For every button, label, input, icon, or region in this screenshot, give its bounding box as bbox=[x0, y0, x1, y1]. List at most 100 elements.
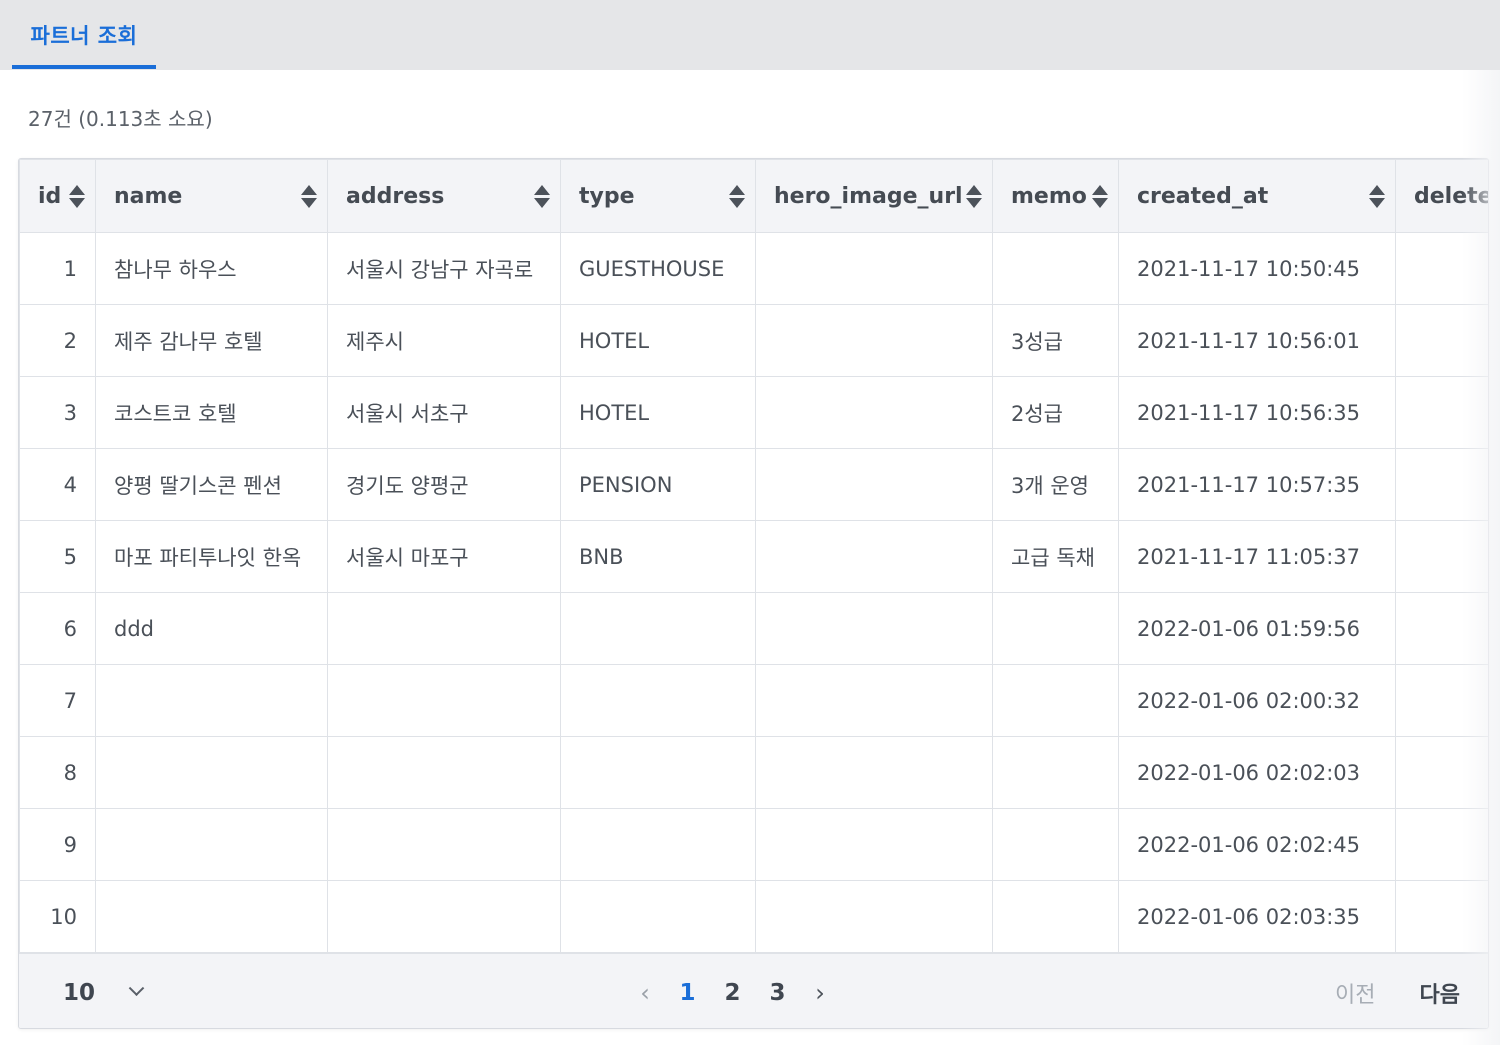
cell-created-at: 2022-01-06 01:59:56 bbox=[1118, 592, 1396, 665]
cell-id: 9 bbox=[19, 808, 96, 881]
column-header-label: id bbox=[38, 183, 62, 209]
column-header-hero-image-url[interactable]: hero_image_url bbox=[755, 159, 993, 233]
cell-address bbox=[327, 592, 561, 665]
table-row[interactable]: 3 코스트코 호텔 서울시 서초구 HOTEL 2성급 2021-11-17 10:56:… bbox=[19, 376, 1488, 449]
table-row[interactable]: 6 ddd 2022-01-06 01:59:56 bbox=[19, 592, 1488, 665]
cell-type: HOTEL bbox=[560, 376, 756, 449]
cell-created-at: 2022-01-06 02:02:03 bbox=[1118, 736, 1396, 809]
next-page-arrow-icon[interactable]: › bbox=[800, 973, 840, 1013]
table-row[interactable]: 1 참나무 하우스 서울시 강남구 자곡로 GUESTHOUSE 2021-11-17 … bbox=[19, 232, 1488, 305]
cell-type: BNB bbox=[560, 520, 756, 593]
prev-next-controls: 이전 다음 bbox=[1335, 954, 1460, 1028]
cell-type: PENSION bbox=[560, 448, 756, 521]
cell-name: 참나무 하우스 bbox=[95, 232, 328, 305]
column-header-address[interactable]: address bbox=[327, 159, 561, 233]
table-footer: 10 ‹ 1 2 3 › 이전 다음 bbox=[19, 953, 1488, 1028]
partner-table: id name address type hero_image_url memo… bbox=[19, 159, 1489, 953]
cell-address bbox=[327, 880, 561, 953]
column-header-label: memo bbox=[1011, 183, 1087, 209]
column-header-label: delete bbox=[1414, 183, 1489, 209]
cell-type bbox=[560, 808, 756, 881]
cell-memo bbox=[992, 664, 1119, 737]
cell-delete bbox=[1395, 880, 1488, 953]
sort-icon[interactable] bbox=[966, 183, 982, 209]
prev-button[interactable]: 이전 bbox=[1335, 977, 1375, 1009]
cell-name bbox=[95, 880, 328, 953]
cell-hero-image-url bbox=[755, 448, 993, 521]
cell-name bbox=[95, 664, 328, 737]
result-summary: 27건 (0.113초 소요) bbox=[28, 107, 213, 131]
table-row[interactable]: 4 양평 딸기스콘 펜션 경기도 양평군 PENSION 3개 운영 2021-11-17… bbox=[19, 448, 1488, 521]
sort-icon[interactable] bbox=[729, 183, 745, 209]
page-size-value: 10 bbox=[63, 979, 96, 1006]
table-row[interactable]: 8 2022-01-06 02:02:03 bbox=[19, 736, 1488, 809]
cell-created-at: 2022-01-06 02:03:35 bbox=[1118, 880, 1396, 953]
header-row: id name address type hero_image_url memo… bbox=[19, 159, 1489, 233]
column-header-name[interactable]: name bbox=[95, 159, 328, 233]
cell-hero-image-url bbox=[755, 736, 993, 809]
cell-type bbox=[560, 592, 756, 665]
table-row[interactable]: 2 제주 감나무 호텔 제주시 HOTEL 3성급 2021-11-17 10:56:01 bbox=[19, 304, 1488, 377]
sort-icon[interactable] bbox=[69, 183, 85, 209]
sort-icon[interactable] bbox=[301, 183, 317, 209]
page-button-2[interactable]: 2 bbox=[710, 973, 755, 1013]
pagination: ‹ 1 2 3 › bbox=[625, 954, 840, 1028]
cell-created-at: 2021-11-17 10:50:45 bbox=[1118, 232, 1396, 305]
cell-address: 경기도 양평군 bbox=[327, 448, 561, 521]
next-button[interactable]: 다음 bbox=[1420, 977, 1460, 1009]
cell-delete bbox=[1395, 592, 1488, 665]
cell-name: 코스트코 호텔 bbox=[95, 376, 328, 449]
column-header-delete[interactable]: delete bbox=[1395, 159, 1489, 233]
cell-hero-image-url bbox=[755, 880, 993, 953]
cell-name bbox=[95, 736, 328, 809]
table-row[interactable]: 5 마포 파티투나잇 한옥 서울시 마포구 BNB 고급 독채 2021-11-17 11… bbox=[19, 520, 1488, 593]
column-header-label: name bbox=[114, 183, 183, 209]
cell-id: 5 bbox=[19, 520, 96, 593]
cell-id: 8 bbox=[19, 736, 96, 809]
table-row[interactable]: 10 2022-01-06 02:03:35 bbox=[19, 880, 1488, 953]
cell-memo bbox=[992, 808, 1119, 881]
prev-page-arrow-icon[interactable]: ‹ bbox=[625, 973, 665, 1013]
chevron-down-icon bbox=[128, 980, 145, 997]
sort-icon[interactable] bbox=[1369, 183, 1385, 209]
cell-name bbox=[95, 808, 328, 881]
column-header-created-at[interactable]: created_at bbox=[1118, 159, 1396, 233]
cell-delete bbox=[1395, 736, 1488, 809]
cell-delete bbox=[1395, 376, 1488, 449]
cell-hero-image-url bbox=[755, 376, 993, 449]
cell-address: 서울시 서초구 bbox=[327, 376, 561, 449]
cell-id: 7 bbox=[19, 664, 96, 737]
tab-partner-search[interactable]: 파트너 조회 bbox=[12, 0, 156, 70]
cell-hero-image-url bbox=[755, 808, 993, 881]
cell-created-at: 2022-01-06 02:00:32 bbox=[1118, 664, 1396, 737]
cell-delete bbox=[1395, 304, 1488, 377]
cell-memo: 고급 독채 bbox=[992, 520, 1119, 593]
column-header-type[interactable]: type bbox=[560, 159, 756, 233]
cell-created-at: 2021-11-17 10:56:35 bbox=[1118, 376, 1396, 449]
cell-memo: 3개 운영 bbox=[992, 448, 1119, 521]
table-row[interactable]: 9 2022-01-06 02:02:45 bbox=[19, 808, 1488, 881]
cell-hero-image-url bbox=[755, 304, 993, 377]
cell-type: GUESTHOUSE bbox=[560, 232, 756, 305]
cell-name: 제주 감나무 호텔 bbox=[95, 304, 328, 377]
cell-address: 서울시 마포구 bbox=[327, 520, 561, 593]
cell-id: 1 bbox=[19, 232, 96, 305]
cell-type: HOTEL bbox=[560, 304, 756, 377]
table-row[interactable]: 7 2022-01-06 02:00:32 bbox=[19, 664, 1488, 737]
cell-created-at: 2021-11-17 11:05:37 bbox=[1118, 520, 1396, 593]
cell-created-at: 2021-11-17 10:56:01 bbox=[1118, 304, 1396, 377]
cell-type bbox=[560, 664, 756, 737]
page-button-3[interactable]: 3 bbox=[755, 973, 800, 1013]
column-header-label: created_at bbox=[1137, 183, 1269, 209]
sort-icon[interactable] bbox=[534, 183, 550, 209]
column-header-id[interactable]: id bbox=[19, 159, 96, 233]
sort-icon[interactable] bbox=[1092, 183, 1108, 209]
cell-name: 양평 딸기스콘 펜션 bbox=[95, 448, 328, 521]
page-button-1[interactable]: 1 bbox=[665, 973, 710, 1013]
column-header-memo[interactable]: memo bbox=[992, 159, 1119, 233]
tab-bar: 파트너 조회 bbox=[0, 0, 1500, 70]
cell-id: 4 bbox=[19, 448, 96, 521]
cell-memo: 2성급 bbox=[992, 376, 1119, 449]
cell-delete bbox=[1395, 808, 1488, 881]
page-size-select[interactable]: 10 bbox=[63, 954, 145, 1028]
